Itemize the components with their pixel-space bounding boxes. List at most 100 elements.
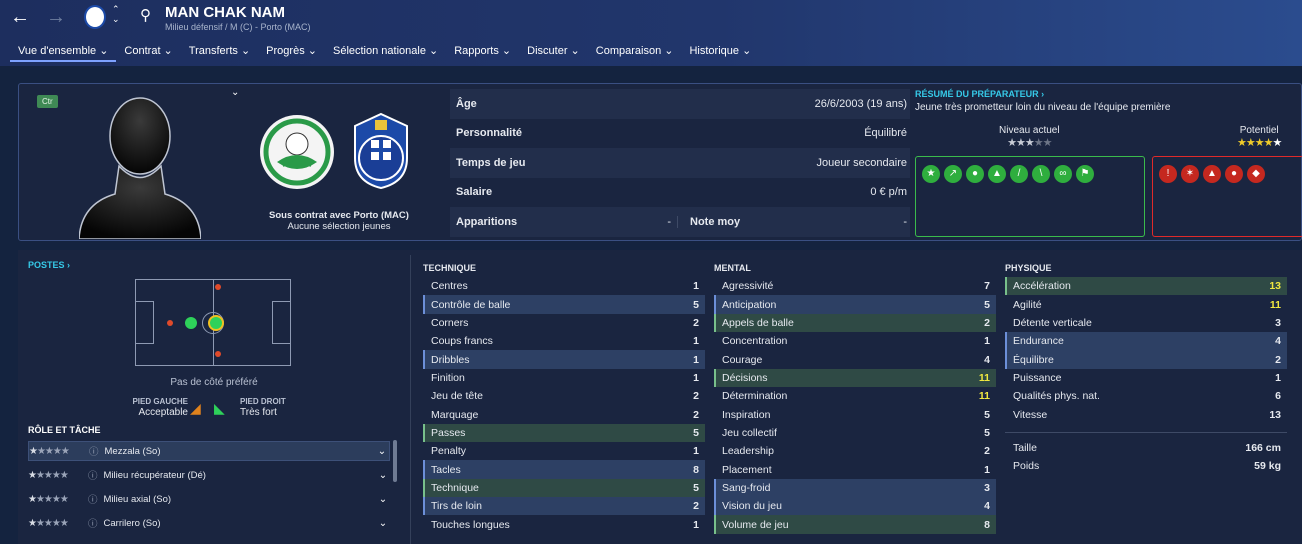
info-row: Âge 26/6/2003 (19 ans) bbox=[450, 89, 910, 119]
position-dot bbox=[185, 317, 197, 329]
tab-history[interactable]: Historique ⌄ bbox=[681, 40, 759, 62]
back-arrow-icon[interactable]: ← bbox=[8, 6, 32, 30]
weak-flask-icon[interactable]: ▲ bbox=[1203, 165, 1221, 183]
club-crest-icon[interactable] bbox=[84, 5, 106, 29]
tab-national-selection[interactable]: Sélection nationale ⌄ bbox=[325, 40, 446, 62]
attribute-value: 5 bbox=[984, 426, 990, 439]
roles-title: RÔLE ET TÂCHE bbox=[28, 425, 101, 435]
attribute-value: 5 bbox=[693, 298, 699, 311]
attribute-value: 6 bbox=[1275, 390, 1281, 403]
tab-comparison[interactable]: Comparaison ⌄ bbox=[588, 40, 682, 62]
pitch-diagram bbox=[135, 279, 291, 366]
attribute-value: 5 bbox=[984, 408, 990, 421]
attribute-name: Centres bbox=[431, 280, 468, 293]
attribute-name: Accélération bbox=[1013, 280, 1071, 293]
left-foot-boot-icon: ◢ bbox=[190, 400, 201, 416]
technique-title: TECHNIQUE bbox=[423, 263, 477, 273]
trait-growth-icon[interactable]: ↗ bbox=[944, 165, 962, 183]
weak-stamina-icon[interactable]: ! bbox=[1159, 165, 1177, 183]
player-silhouette-icon bbox=[79, 97, 201, 239]
role-stars-icon: ★★★★★ bbox=[28, 517, 69, 529]
weak-injury-icon[interactable]: ✶ bbox=[1181, 165, 1199, 183]
attribute-row: Endurance 4 bbox=[1005, 332, 1287, 351]
info-icon[interactable]: ⓘ bbox=[88, 468, 98, 482]
trait-head-icon[interactable]: ● bbox=[966, 165, 984, 183]
attribute-value: 8 bbox=[984, 518, 990, 531]
attribute-value: 2 bbox=[693, 390, 699, 403]
role-row[interactable]: ★★★★★ ⓘ Milieu axial (So) ⌄ bbox=[28, 489, 390, 509]
forward-arrow-icon[interactable]: → bbox=[44, 6, 68, 30]
coach-summary-link[interactable]: RÉSUMÉ DU PRÉPARATEUR › bbox=[915, 89, 1302, 99]
trait-star-icon[interactable]: ★ bbox=[922, 165, 940, 183]
attribute-value: 1 bbox=[693, 335, 699, 348]
attribute-value: 1 bbox=[984, 335, 990, 348]
tab-discuss[interactable]: Discuter ⌄ bbox=[519, 40, 588, 62]
info-row: Salaire 0 € p/m bbox=[456, 186, 907, 199]
attribute-row: Leadership 2 bbox=[714, 442, 996, 460]
tab-contract[interactable]: Contrat ⌄ bbox=[116, 40, 180, 62]
attribute-name: Concentration bbox=[722, 335, 788, 348]
trait-pass-icon[interactable]: / bbox=[1010, 165, 1028, 183]
player-switch-arrows-icon[interactable]: ⌃ ⌄ bbox=[112, 4, 120, 24]
role-row[interactable]: ★★★★★ ⓘ Carrilero (So) ⌄ bbox=[28, 513, 390, 533]
current-stars-icon: ★★★★★ bbox=[1007, 137, 1052, 149]
info-icon[interactable]: ⓘ bbox=[89, 444, 99, 458]
weight-row: Poids 59 kg bbox=[1013, 460, 1281, 473]
attribute-value: 2 bbox=[984, 316, 990, 329]
info-icon[interactable]: ⓘ bbox=[88, 492, 98, 506]
attribute-row: Corners 2 bbox=[423, 314, 705, 332]
chevron-down-icon[interactable]: ⌄ bbox=[376, 494, 390, 505]
attribute-name: Décisions bbox=[722, 371, 768, 384]
attribute-name: Jeu de tête bbox=[431, 390, 483, 403]
trait-tackle-icon[interactable]: \ bbox=[1032, 165, 1050, 183]
info-icon[interactable]: ⓘ bbox=[88, 516, 98, 530]
chevron-down-icon[interactable]: ⌄ bbox=[375, 446, 389, 457]
role-stars-icon: ★★★★★ bbox=[28, 493, 69, 505]
chevron-down-icon[interactable]: ⌄ bbox=[376, 470, 390, 481]
mental-column: MENTAL Agressivité 7 Anticipation 5 Appels d… bbox=[714, 263, 996, 534]
positions-link[interactable]: POSTES › bbox=[28, 260, 70, 270]
attribute-row: Passes 5 bbox=[423, 423, 705, 443]
current-level: Niveau actuel ★★★★★ bbox=[999, 125, 1060, 149]
role-badge: Ctr bbox=[37, 95, 58, 108]
attribute-value: 1 bbox=[693, 371, 699, 384]
weak-mental-icon[interactable]: ● bbox=[1225, 165, 1243, 183]
attribute-name: Vision du jeu bbox=[722, 500, 782, 513]
position-dot bbox=[215, 284, 221, 290]
attribute-row: Finition 1 bbox=[423, 369, 705, 387]
attribute-row: Détente verticale 3 bbox=[1005, 314, 1287, 332]
search-icon[interactable]: ⚲ bbox=[140, 6, 151, 24]
tab-transfers[interactable]: Transferts ⌄ bbox=[181, 40, 258, 62]
attribute-name: Corners bbox=[431, 316, 469, 329]
trait-boot-icon[interactable]: ▲ bbox=[988, 165, 1006, 183]
tab-overview[interactable]: Vue d'ensemble ⌄ bbox=[10, 40, 117, 62]
trait-flag-icon[interactable]: ⚑ bbox=[1076, 165, 1094, 183]
tab-progress[interactable]: Progrès ⌄ bbox=[258, 40, 325, 62]
attribute-row: Détermination 11 bbox=[714, 387, 996, 405]
right-foot: PIED DROIT Très fort bbox=[240, 397, 286, 418]
main-menu: Vue d'ensemble ⌄ Contrat ⌄ Transferts ⌄ … bbox=[10, 40, 759, 62]
chevron-down-icon[interactable]: ⌄ bbox=[231, 87, 239, 98]
attribute-name: Passes bbox=[431, 426, 466, 439]
attribute-row: Vision du jeu 4 bbox=[714, 497, 996, 516]
attribute-row: Jeu de tête 2 bbox=[423, 387, 705, 405]
contract-info: Sous contrat avec Porto (MAC) Aucune sél… bbox=[269, 210, 409, 232]
attribute-row: Vitesse 13 bbox=[1005, 405, 1287, 423]
attribute-row: Dribbles 1 bbox=[423, 350, 705, 369]
physique-column: PHYSIQUE Accélération 13 Agilité 11 Détente … bbox=[1005, 263, 1287, 475]
attribute-name: Finition bbox=[431, 371, 465, 384]
tab-reports[interactable]: Rapports ⌄ bbox=[446, 40, 519, 62]
attribute-row: Sang-froid 3 bbox=[714, 478, 996, 498]
roles-scrollbar[interactable] bbox=[393, 440, 397, 482]
potential-level: Potentiel ★★★★★ bbox=[1237, 125, 1282, 149]
weak-boot-icon[interactable]: ◆ bbox=[1247, 165, 1265, 183]
attribute-row: Équilibre 2 bbox=[1005, 350, 1287, 369]
attribute-row: Agressivité 7 bbox=[714, 277, 996, 295]
attribute-name: Appels de balle bbox=[722, 316, 794, 329]
trait-team-icon[interactable]: ∞ bbox=[1054, 165, 1072, 183]
role-row[interactable]: ★★★★★ ⓘ Milieu récupérateur (Dé) ⌄ bbox=[28, 465, 390, 485]
role-row[interactable]: ★★★★★ ⓘ Mezzala (So) ⌄ bbox=[28, 441, 390, 461]
chevron-down-icon[interactable]: ⌄ bbox=[376, 518, 390, 529]
attribute-value: 13 bbox=[1269, 280, 1281, 293]
attribute-value: 11 bbox=[978, 371, 990, 384]
